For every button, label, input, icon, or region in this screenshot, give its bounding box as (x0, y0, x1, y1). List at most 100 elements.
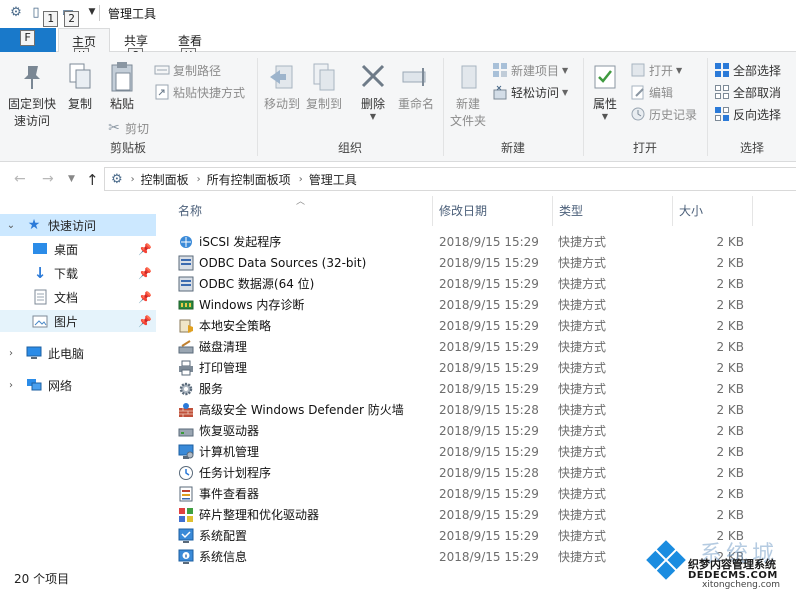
nav-quick-access[interactable]: ⌄ ★ 快速访问 (0, 214, 156, 236)
back-arrow-icon[interactable]: ← (14, 171, 26, 187)
easy-access-label: 轻松访问 (511, 85, 560, 100)
delete-dropdown-icon[interactable]: ▼ (370, 113, 376, 121)
new-item-dropdown-icon: ▼ (562, 65, 569, 75)
file-name-cell: 任务计划程序 (178, 464, 271, 481)
forward-arrow-icon[interactable]: → (42, 171, 54, 187)
customize-toolbar-chevron-icon[interactable]: ▼ (84, 4, 100, 20)
file-row[interactable]: 计算机管理 2018/9/15 15:29 快捷方式 2 KB (172, 441, 796, 462)
copy-label: 复制 (67, 97, 92, 111)
breadcrumb-chevron-icon[interactable]: › (197, 174, 201, 185)
breadcrumb-chevron-icon[interactable]: › (131, 174, 135, 185)
file-row[interactable]: 碎片整理和优化驱动器 2018/9/15 15:29 快捷方式 2 KB (172, 504, 796, 525)
breadcrumb-all-items[interactable]: 所有控制面板项 (207, 171, 291, 188)
pin-icon[interactable]: 📌 (138, 291, 152, 304)
file-row[interactable]: 服务 2018/9/15 15:29 快捷方式 2 KB (172, 378, 796, 399)
select-all-button[interactable]: 全部选择 (714, 60, 781, 80)
new-item-button[interactable]: 新建项目 ▼ (492, 60, 568, 80)
column-header-name[interactable]: 名称 (172, 196, 432, 226)
file-size: 2 KB (716, 423, 744, 438)
cut-button[interactable]: ✂ 剪切 (106, 118, 149, 138)
file-date: 2018/9/15 15:29 (439, 507, 539, 522)
nav-pictures[interactable]: 图片 📌 (0, 310, 156, 332)
recent-locations-chevron-icon[interactable]: ▼ (68, 174, 75, 184)
pin-icon[interactable]: 📌 (138, 243, 152, 256)
open-dropdown-icon: ▼ (676, 65, 683, 75)
properties-dropdown-icon[interactable]: ▼ (602, 113, 608, 121)
breadcrumb-control-panel[interactable]: 控制面板 (141, 171, 189, 188)
file-row[interactable]: 打印管理 2018/9/15 15:29 快捷方式 2 KB (172, 357, 796, 378)
breadcrumb-admin-tools[interactable]: 管理工具 (309, 171, 357, 188)
tab-file[interactable]: F (0, 28, 56, 52)
up-arrow-icon[interactable]: ↑ (86, 171, 99, 189)
nav-downloads-label: 下载 (54, 266, 79, 281)
file-row[interactable]: ODBC 数据源(64 位) 2018/9/15 15:29 快捷方式 2 KB (172, 273, 796, 294)
column-date-label: 修改日期 (439, 204, 488, 218)
delete-x-icon (357, 60, 389, 94)
file-row[interactable]: Windows 内存诊断 2018/9/15 15:29 快捷方式 2 KB (172, 294, 796, 315)
open-button[interactable]: 打开 ▼ (630, 60, 682, 80)
history-button[interactable]: 历史记录 (630, 104, 697, 124)
expand-chevron-icon[interactable]: ⌄ (4, 220, 18, 231)
paste-shortcut-button[interactable]: 粘贴快捷方式 (154, 82, 245, 102)
new-group-label: 新建 (500, 141, 525, 155)
file-size: 2 KB (716, 339, 744, 354)
select-none-button[interactable]: 全部取消 (714, 82, 781, 102)
pin-to-quick-access-button[interactable]: 固定到快 速访问 (6, 60, 58, 130)
copy-to-button[interactable]: 复制到 (304, 60, 344, 113)
column-header-type[interactable]: 类型 (553, 196, 671, 226)
column-divider[interactable] (752, 196, 753, 226)
document-icon (32, 289, 48, 305)
column-header-size[interactable]: 大小 (673, 196, 751, 226)
odbc-icon (178, 276, 194, 292)
invert-selection-icon (714, 106, 730, 122)
properties-label: 属性 (592, 97, 617, 111)
invert-selection-button[interactable]: 反向选择 (714, 104, 781, 124)
breadcrumb-chevron-icon[interactable]: › (299, 174, 303, 185)
address-bar[interactable]: ⚙ › 控制面板 › 所有控制面板项 › 管理工具 (104, 167, 796, 191)
file-row[interactable]: 事件查看器 2018/9/15 15:29 快捷方式 2 KB (172, 483, 796, 504)
nav-downloads[interactable]: ↓ 下载 📌 (0, 262, 156, 284)
file-row[interactable]: 磁盘清理 2018/9/15 15:29 快捷方式 2 KB (172, 336, 796, 357)
nav-this-pc[interactable]: › 此电脑 (0, 342, 156, 364)
pictures-icon (32, 313, 48, 329)
properties-button[interactable]: 属性 ▼ (588, 60, 622, 121)
file-row[interactable]: 恢复驱动器 2018/9/15 15:29 快捷方式 2 KB (172, 420, 796, 441)
rename-button[interactable]: 重命名 (394, 60, 438, 113)
file-name-cell: Windows 内存诊断 (178, 296, 304, 313)
expand-chevron-icon[interactable]: › (4, 380, 18, 391)
nav-pictures-label: 图片 (54, 314, 79, 329)
move-to-button[interactable]: 移动到 (262, 60, 302, 113)
file-name: 碎片整理和优化驱动器 (199, 508, 320, 522)
nav-network-label: 网络 (48, 378, 73, 393)
file-row[interactable]: 本地安全策略 2018/9/15 15:29 快捷方式 2 KB (172, 315, 796, 336)
file-name-cell: 本地安全策略 (178, 317, 271, 334)
delete-button[interactable]: 删除 ▼ (356, 60, 390, 121)
nav-network[interactable]: › 网络 (0, 374, 156, 396)
expand-chevron-icon[interactable]: › (4, 348, 18, 359)
security-policy-icon (178, 318, 194, 334)
file-row[interactable]: 任务计划程序 2018/9/15 15:28 快捷方式 2 KB (172, 462, 796, 483)
copy-button[interactable]: 复制 (64, 60, 96, 113)
select-all-label: 全部选择 (733, 63, 782, 78)
services-gear-icon (178, 381, 194, 397)
pin-icon[interactable]: 📌 (138, 315, 152, 328)
easy-access-button[interactable]: 轻松访问 ▼ (492, 82, 568, 102)
file-row[interactable]: ODBC Data Sources (32-bit) 2018/9/15 15:2… (172, 252, 796, 273)
file-type: 快捷方式 (558, 319, 607, 333)
paste-label: 粘贴 (109, 97, 134, 111)
edit-button[interactable]: 编辑 (630, 82, 673, 102)
nav-documents[interactable]: 文档 📌 (0, 286, 156, 308)
file-row[interactable]: iSCSI 发起程序 2018/9/15 15:29 快捷方式 2 KB (172, 231, 796, 252)
file-size: 2 KB (716, 465, 744, 480)
file-row[interactable]: 高级安全 Windows Defender 防火墙 2018/9/15 15:28… (172, 399, 796, 420)
file-name: 打印管理 (199, 361, 248, 375)
copy-path-button[interactable]: 复制路径 (154, 60, 221, 80)
nav-desktop[interactable]: 桌面 📌 (0, 238, 156, 260)
control-panel-icon: ⚙ (10, 4, 22, 20)
new-folder-button[interactable]: 新建 文件夹 (448, 60, 488, 130)
properties-quick-icon[interactable]: ▯ (28, 4, 44, 20)
pin-icon[interactable]: 📌 (138, 267, 152, 280)
paste-icon (106, 60, 138, 94)
paste-button[interactable]: 粘贴 (106, 60, 138, 113)
column-header-date[interactable]: 修改日期 (433, 196, 551, 226)
